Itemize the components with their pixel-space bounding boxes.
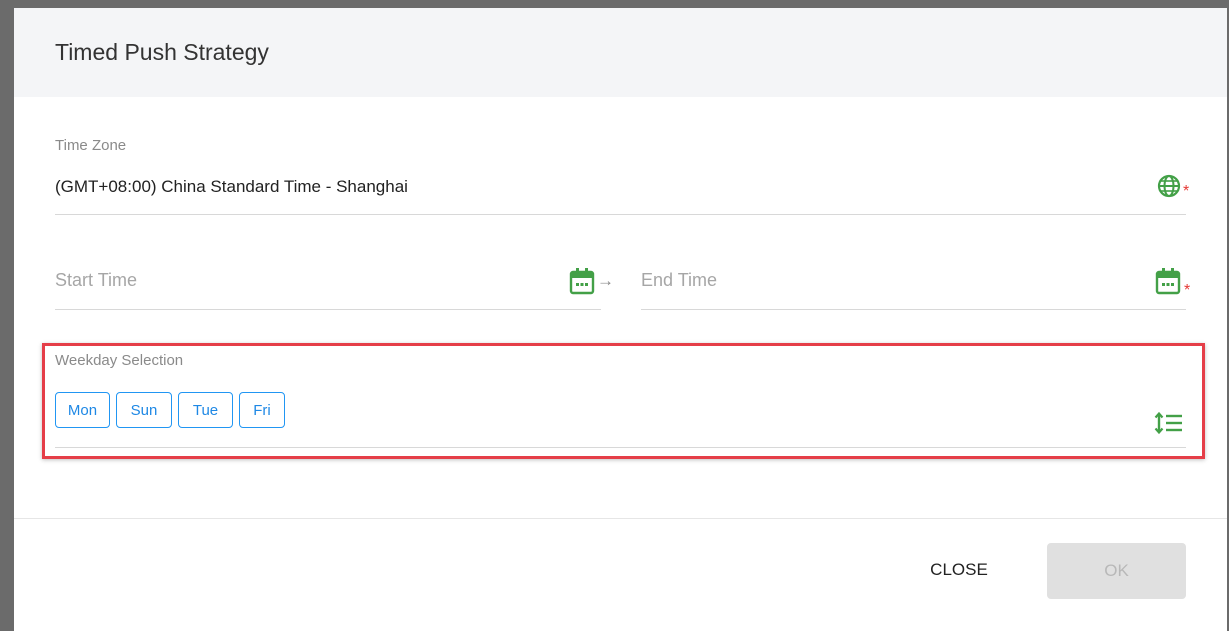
end-time-input[interactable]: End Time (641, 270, 717, 291)
weekday-chip-mon[interactable]: Mon (55, 392, 110, 428)
time-zone-required-mark: * (1183, 183, 1190, 200)
time-zone-value[interactable]: (GMT+08:00) China Standard Time - Shangh… (55, 177, 408, 197)
time-range-required-mark: * (1184, 282, 1191, 299)
start-time-input[interactable]: Start Time (55, 270, 137, 291)
time-zone-underline (55, 214, 1186, 215)
close-button[interactable]: CLOSE (909, 548, 1009, 592)
time-zone-label: Time Zone (55, 137, 127, 154)
sort-list-icon[interactable] (1154, 411, 1184, 435)
start-calendar-icon[interactable] (569, 267, 595, 295)
range-arrow-icon: → (597, 271, 614, 290)
dialog-header: Timed Push Strategy (14, 8, 1227, 97)
weekday-chip-sun[interactable]: Sun (116, 392, 172, 428)
weekday-chip-fri[interactable]: Fri (239, 392, 285, 428)
weekday-label: Weekday Selection (55, 352, 184, 369)
dialog-title: Timed Push Strategy (55, 39, 269, 65)
start-time-underline (55, 309, 601, 310)
weekday-underline (55, 447, 1186, 448)
ok-button[interactable]: OK (1047, 543, 1186, 599)
globe-icon[interactable] (1157, 174, 1181, 198)
end-time-underline (641, 309, 1186, 310)
weekday-chip-tue[interactable]: Tue (178, 392, 233, 428)
end-calendar-icon[interactable] (1155, 267, 1181, 295)
weekday-chips: Mon Sun Tue Fri (55, 392, 285, 428)
footer-divider (14, 518, 1227, 519)
timed-push-strategy-dialog: Timed Push Strategy Time Zone (GMT+08:00… (14, 8, 1227, 631)
